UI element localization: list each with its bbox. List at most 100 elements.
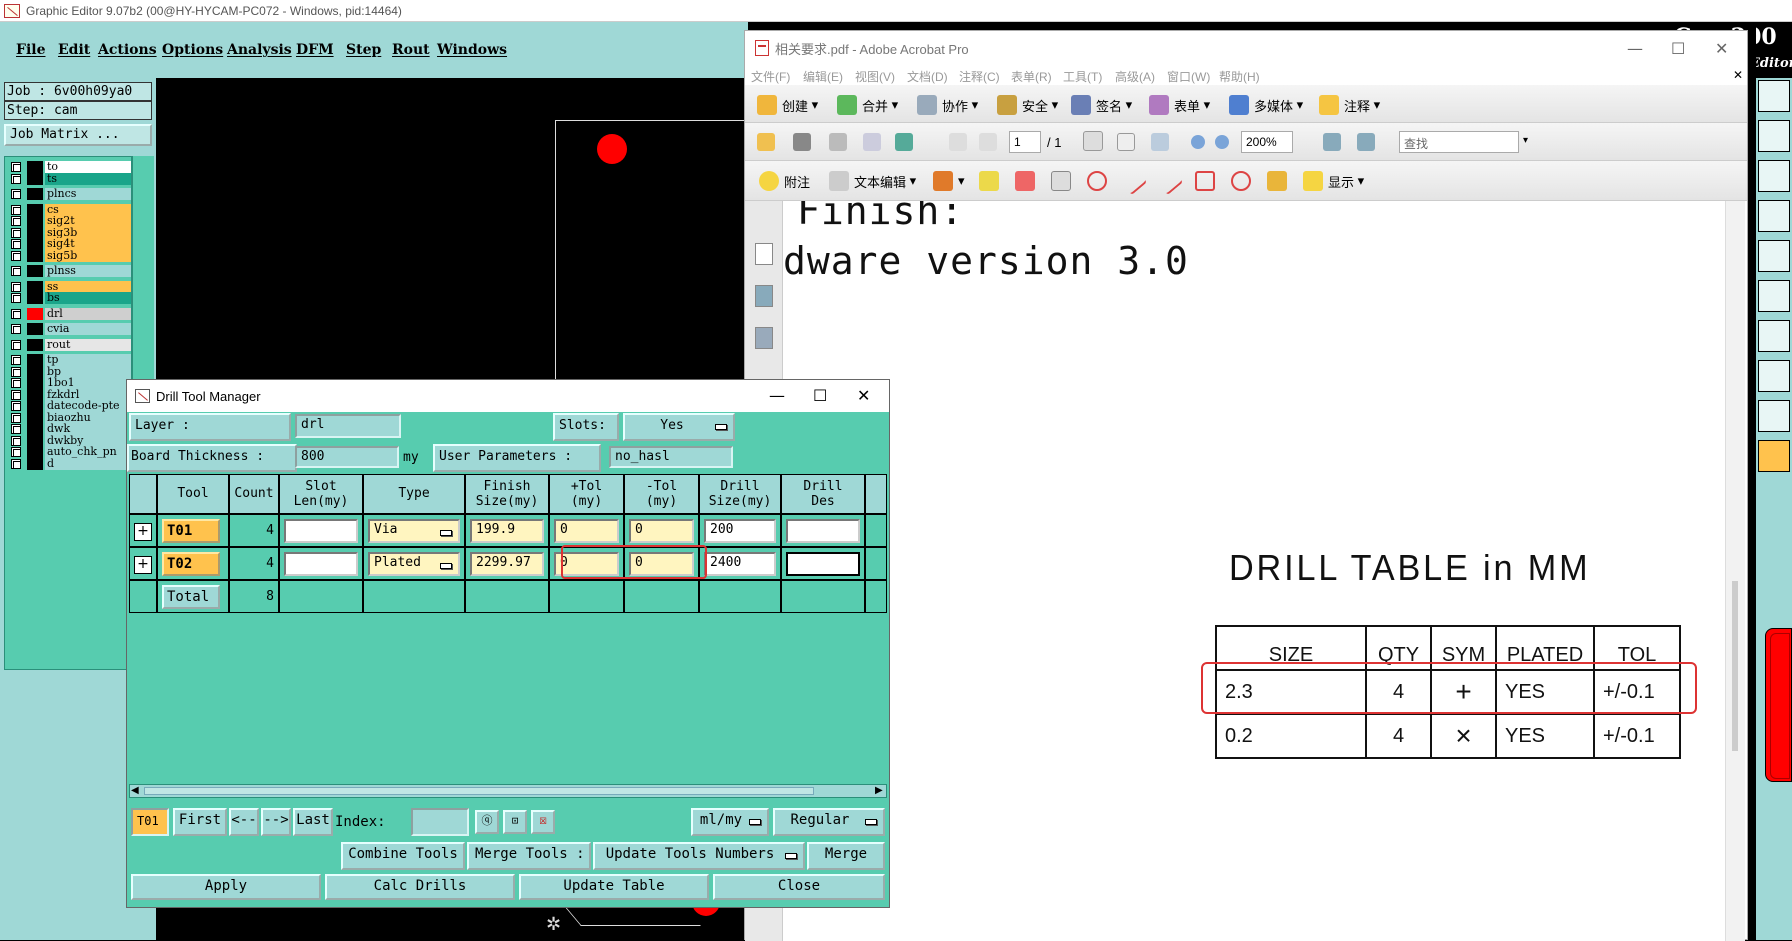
index-input[interactable]	[411, 808, 469, 836]
minimize-icon[interactable]: —	[769, 386, 785, 405]
arrow-button[interactable]	[1118, 166, 1148, 196]
drill-size-input[interactable]: 200	[704, 519, 776, 543]
measure-tool-icon[interactable]	[1758, 320, 1790, 352]
menu-actions[interactable]: Actions	[98, 42, 157, 58]
page-number-input[interactable]: 1	[1009, 131, 1041, 153]
layer-checkbox[interactable]	[11, 266, 21, 276]
tool-button[interactable]: T02	[162, 552, 220, 576]
layer-row-drl[interactable]: drl	[9, 307, 131, 320]
board-thickness-input[interactable]: 800	[295, 446, 399, 468]
layer-row-bp[interactable]: bp	[9, 365, 131, 378]
email-button[interactable]	[863, 133, 881, 151]
layer-row-rout[interactable]: rout	[9, 338, 131, 351]
select-tool-button[interactable]	[1083, 131, 1108, 151]
zoom-tool-button[interactable]	[1151, 133, 1169, 151]
scroll-thumb[interactable]	[144, 787, 814, 795]
layer-row-sig2t[interactable]: sig2t	[9, 215, 131, 227]
pencil-button[interactable]	[1267, 171, 1292, 191]
pdf-vertical-scrollbar[interactable]	[1725, 201, 1745, 941]
layer-row-ts[interactable]: ts	[9, 172, 131, 185]
pages-icon[interactable]	[755, 243, 773, 265]
layer-checkbox[interactable]	[11, 458, 21, 469]
layer-checkbox[interactable]	[11, 366, 21, 377]
rotate-tool-icon[interactable]	[1758, 200, 1790, 232]
zoom-level-select[interactable]: 200%	[1241, 131, 1293, 153]
rectangle-button[interactable]	[1195, 171, 1220, 191]
apply-button[interactable]: Apply	[131, 874, 321, 900]
menu-dfm[interactable]: DFM	[296, 42, 334, 58]
callout-button[interactable]	[1015, 171, 1040, 191]
update-table-button[interactable]: Update Table	[519, 874, 709, 900]
close-button[interactable]: Close	[713, 874, 885, 900]
acro-menu-help[interactable]: 帮助(H)	[1219, 68, 1260, 85]
maximize-icon[interactable]: ☐	[1671, 39, 1685, 58]
grid-horizontal-scrollbar[interactable]: ◀ ▶	[129, 784, 887, 798]
text-edit-button[interactable]: 文本编辑 ▾	[829, 171, 916, 191]
layer-row-d[interactable]: d	[9, 457, 131, 470]
delete-icon[interactable]: ☒	[531, 810, 555, 834]
menu-options[interactable]: Options	[162, 42, 223, 58]
drill-des-input[interactable]	[786, 519, 860, 543]
settings-icon[interactable]: ⊡	[503, 810, 527, 834]
mode-option-menu[interactable]: Regular	[773, 808, 885, 836]
layer-row-cvia[interactable]: cvia	[9, 323, 131, 335]
security-button[interactable]: 安全 ▾	[997, 95, 1058, 115]
layer-row-auto_chk_pn[interactable]: auto_chk_pn	[9, 446, 131, 458]
merge-button[interactable]: Merge	[807, 842, 885, 870]
fit-page-button[interactable]	[1323, 133, 1341, 151]
print-button[interactable]	[793, 133, 811, 151]
collaborate-button[interactable]: 协作 ▾	[917, 95, 978, 115]
find-dropdown-icon[interactable]: ▾	[1523, 135, 1528, 146]
scroll-right-icon[interactable]: ▶	[875, 786, 885, 796]
menu-file[interactable]: File	[16, 42, 45, 58]
menu-rout[interactable]: Rout	[392, 42, 430, 58]
layer-row-plnss[interactable]: plnss	[9, 265, 131, 277]
layer-row-fzkdrl[interactable]: fzkdrl	[9, 388, 131, 401]
slots-option-menu[interactable]: Yes	[623, 413, 735, 441]
layer-input[interactable]: drl	[295, 414, 401, 438]
zoom-in-button[interactable]	[1215, 135, 1229, 149]
menu-edit[interactable]: Edit	[58, 42, 90, 58]
web-button[interactable]	[895, 133, 913, 151]
slot-len-input[interactable]	[284, 552, 358, 576]
layer-row-to[interactable]: to	[9, 161, 131, 173]
sign-button[interactable]: 签名 ▾	[1071, 95, 1132, 115]
zoom-out-button[interactable]	[1191, 135, 1205, 149]
layer-checkbox[interactable]	[11, 339, 21, 350]
resize-tool-icon[interactable]	[1758, 160, 1790, 192]
slot-len-input[interactable]	[284, 519, 358, 543]
minimize-icon[interactable]: —	[1627, 39, 1643, 58]
sticky-note-button[interactable]: 附注	[759, 171, 810, 191]
open-button[interactable]	[757, 133, 775, 151]
snapshot-tool-icon[interactable]	[1758, 240, 1790, 272]
layer-checkbox[interactable]	[11, 239, 21, 249]
find-input[interactable]: 查找	[1399, 131, 1519, 153]
layer-row-ss[interactable]: ss	[9, 280, 131, 293]
layer-checkbox[interactable]	[11, 424, 21, 434]
acro-menu-advanced[interactable]: 高级(A)	[1115, 68, 1155, 85]
multimedia-button[interactable]: 多媒体 ▾	[1229, 95, 1303, 115]
close-doc-icon[interactable]: ✕	[1733, 68, 1743, 82]
units-option-menu[interactable]: ml/my	[691, 808, 769, 836]
bookmarks-icon[interactable]	[755, 285, 773, 307]
window-tool-icon[interactable]	[1758, 80, 1790, 112]
combine-button[interactable]: 合并 ▾	[837, 95, 898, 115]
layer-row-biaozhu[interactable]: biaozhu	[9, 411, 131, 424]
next-page-button[interactable]	[979, 133, 997, 151]
menu-windows[interactable]: Windows	[437, 42, 507, 58]
layer-checkbox[interactable]	[11, 216, 21, 226]
layer-checkbox[interactable]	[11, 308, 21, 319]
show-button[interactable]: 显示 ▾	[1303, 171, 1364, 191]
layer-row-sig4t[interactable]: sig4t	[9, 238, 131, 250]
acro-menu-tools[interactable]: 工具(T)	[1063, 68, 1102, 85]
type-option-menu[interactable]: Via	[368, 519, 460, 543]
layer-row-cs[interactable]: cs	[9, 203, 131, 216]
layer-checkbox[interactable]	[11, 227, 21, 238]
acro-menu-comments[interactable]: 注释(C)	[959, 68, 1000, 85]
scroll-left-icon[interactable]: ◀	[131, 786, 141, 796]
layer-row-plncs[interactable]: plncs	[9, 188, 131, 200]
comment-button[interactable]: 注释 ▾	[1319, 95, 1380, 115]
hand-tool-button[interactable]	[1117, 133, 1135, 151]
user-parameters-button[interactable]: User Parameters :	[433, 444, 601, 472]
layer-checkbox[interactable]	[11, 281, 21, 292]
